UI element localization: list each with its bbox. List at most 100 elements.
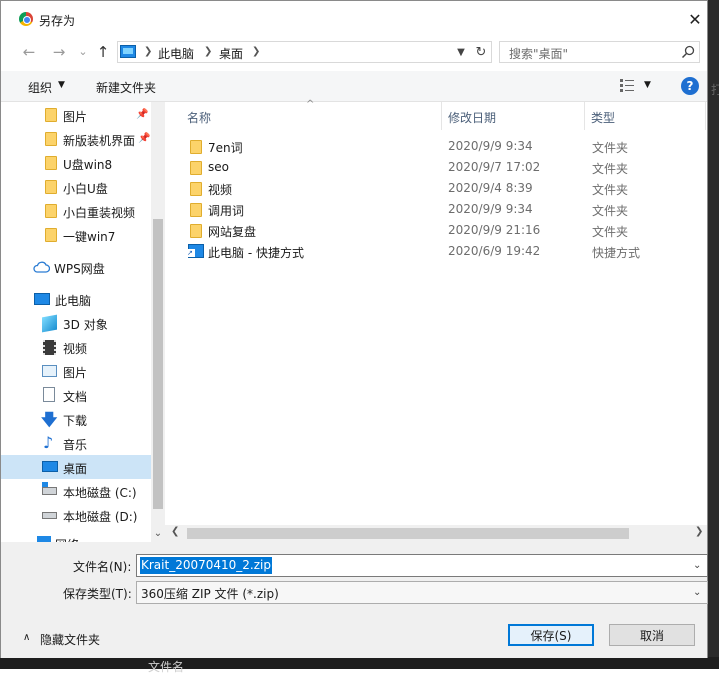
breadcrumb-desktop[interactable]: 桌面 <box>219 45 243 62</box>
sidebar-item-quick-pictures[interactable]: 图片 📌 <box>1 104 151 127</box>
this-pc-icon <box>120 45 136 58</box>
horizontal-scroll-thumb[interactable] <box>187 528 629 539</box>
window-title: 另存为 <box>39 14 76 28</box>
sidebar-item-reinstall-video[interactable]: 小白重装视频 <box>1 200 151 223</box>
picture-icon <box>42 365 57 377</box>
drive-icon <box>42 487 57 495</box>
address-dropdown-icon[interactable]: ▼ <box>452 43 470 61</box>
sidebar-item-label: 本地磁盘 (C:) <box>63 486 137 500</box>
navigation-pane: 图片 📌 新版装机界面 📌 U盘win8 小白U盘 小白重装视频 一键win7 <box>1 102 165 542</box>
sidebar-item-label: 下载 <box>63 414 88 428</box>
file-name: 7en词 <box>208 141 243 155</box>
film-icon <box>43 340 56 355</box>
background-window-bottom <box>0 657 719 669</box>
breadcrumb-this-pc[interactable]: 此电脑 <box>158 45 194 62</box>
file-row[interactable]: 网站复盘 2020/9/9 21:16 文件夹 <box>187 220 707 241</box>
sidebar-scroll-thumb[interactable] <box>153 219 163 509</box>
sidebar-item-this-pc[interactable]: 此电脑 <box>1 288 151 311</box>
filename-value[interactable]: Krait_20070410_2.zip <box>140 557 272 574</box>
column-divider[interactable] <box>705 102 706 130</box>
file-date: 2020/9/7 17:02 <box>448 160 541 174</box>
sidebar-item-label: 图片 <box>63 110 88 124</box>
sidebar-item-label: 图片 <box>63 366 88 380</box>
folder-icon <box>45 228 57 242</box>
up-arrow-icon[interactable]: ↑ <box>93 42 113 62</box>
search-icon[interactable] <box>680 44 696 60</box>
filename-field[interactable]: Krait_20070410_2.zip ⌄ <box>136 554 708 577</box>
sidebar-item-desktop[interactable]: 桌面 <box>1 455 151 479</box>
file-type: 文件夹 <box>592 225 629 239</box>
sidebar-item-wps-cloud[interactable]: WPS网盘 <box>1 256 151 279</box>
pin-icon: 📌 <box>136 109 149 120</box>
address-bar[interactable]: ❯ 此电脑 ❯ 桌面 ❯ ▼ ↻ <box>117 41 492 63</box>
filetype-select[interactable]: 360压缩 ZIP 文件 (*.zip) ⌄ <box>136 581 708 604</box>
sidebar-item-documents[interactable]: 文档 <box>1 384 151 407</box>
column-header-type[interactable]: 类型 <box>591 109 615 126</box>
view-caret-icon[interactable]: ▼ <box>644 80 651 90</box>
sidebar-item-music[interactable]: ♪ 音乐 <box>1 432 151 455</box>
file-date: 2020/6/9 19:42 <box>448 244 541 258</box>
cancel-button[interactable]: 取消 <box>609 624 695 646</box>
column-header-name[interactable]: 名称 <box>187 109 211 126</box>
chevron-up-icon[interactable]: ∧ <box>23 632 30 643</box>
close-button[interactable]: ✕ <box>683 7 707 31</box>
file-name: seo <box>208 160 229 174</box>
folder-icon <box>190 203 202 217</box>
sidebar-item-one-click-win7[interactable]: 一键win7 <box>1 224 151 247</box>
hide-folders-toggle[interactable]: 隐藏文件夹 <box>40 631 100 648</box>
sidebar-item-network[interactable]: 网络 <box>1 532 151 542</box>
sidebar-item-label: 一键win7 <box>63 230 116 244</box>
sidebar-item-videos[interactable]: 视频 <box>1 336 151 359</box>
save-as-dialog: 另存为 ✕ ← → ⌄ ↑ ❯ 此电脑 ❯ 桌面 ❯ ▼ ↻ 搜索"桌面" 组织… <box>0 0 708 658</box>
file-date: 2020/9/4 8:39 <box>448 181 533 195</box>
scroll-down-chevron-icon[interactable]: ⌄ <box>151 526 165 540</box>
sidebar-item-new-ui[interactable]: 新版装机界面 📌 <box>1 128 151 151</box>
sidebar-item-pictures[interactable]: 图片 <box>1 360 151 383</box>
folder-icon <box>45 180 57 194</box>
new-folder-button[interactable]: 新建文件夹 <box>96 79 156 96</box>
column-header-date[interactable]: 修改日期 <box>448 109 496 126</box>
sidebar-item-xiaobai-usb[interactable]: 小白U盘 <box>1 176 151 199</box>
view-options-icon[interactable] <box>619 78 635 93</box>
help-icon[interactable]: ? <box>681 77 699 95</box>
forward-arrow-icon[interactable]: → <box>49 42 69 62</box>
scroll-left-chevron-icon[interactable]: ❮ <box>171 526 179 537</box>
back-arrow-icon[interactable]: ← <box>19 42 39 62</box>
sidebar-item-label: 新版装机界面 <box>63 134 136 148</box>
file-row[interactable]: 调用词 2020/9/9 9:34 文件夹 <box>187 199 707 220</box>
background-text: 文件名 <box>148 660 185 674</box>
file-row[interactable]: seo 2020/9/7 17:02 文件夹 <box>187 157 707 178</box>
document-icon <box>43 387 55 402</box>
chrome-app-icon <box>19 12 33 26</box>
chevron-down-icon[interactable]: ⌄ <box>693 560 701 571</box>
breadcrumb-chevron-icon[interactable]: ❯ <box>204 46 212 57</box>
breadcrumb-chevron-icon[interactable]: ❯ <box>252 46 260 57</box>
sidebar-item-downloads[interactable]: 🡇 下载 <box>1 408 151 431</box>
sidebar-item-drive-d[interactable]: 本地磁盘 (D:) <box>1 504 151 527</box>
music-note-icon: ♪ <box>43 433 54 452</box>
breadcrumb-chevron-icon[interactable]: ❯ <box>144 46 152 57</box>
sidebar-item-drive-c[interactable]: 本地磁盘 (C:) <box>1 480 151 503</box>
organize-button[interactable]: 组织 <box>28 79 52 96</box>
column-divider[interactable] <box>584 102 585 130</box>
recent-locations-chevron-icon[interactable]: ⌄ <box>73 41 93 61</box>
scroll-right-chevron-icon[interactable]: ❯ <box>695 526 703 537</box>
sidebar-item-usb-win8[interactable]: U盘win8 <box>1 152 151 175</box>
refresh-icon[interactable]: ↻ <box>472 43 490 61</box>
file-row[interactable]: 视频 2020/9/4 8:39 文件夹 <box>187 178 707 199</box>
chevron-down-icon[interactable]: ⌄ <box>693 587 701 598</box>
file-type: 文件夹 <box>592 204 629 218</box>
sidebar-item-3d-objects[interactable]: 3D 对象 <box>1 312 151 335</box>
save-button[interactable]: 保存(S) <box>508 624 594 646</box>
file-name: 视频 <box>208 183 233 197</box>
folder-icon <box>190 161 202 175</box>
search-input[interactable]: 搜索"桌面" <box>499 41 700 63</box>
sidebar-item-label: 此电脑 <box>55 294 92 308</box>
file-date: 2020/9/9 9:34 <box>448 139 533 153</box>
column-divider[interactable] <box>441 102 442 130</box>
organize-caret-icon[interactable]: ▼ <box>58 80 65 90</box>
file-row[interactable]: 7en词 2020/9/9 9:34 文件夹 <box>187 136 707 157</box>
sidebar-item-label: WPS网盘 <box>54 262 105 276</box>
3d-cube-icon <box>42 314 57 333</box>
file-row[interactable]: 此电脑 - 快捷方式 2020/6/9 19:42 快捷方式 <box>187 241 707 262</box>
